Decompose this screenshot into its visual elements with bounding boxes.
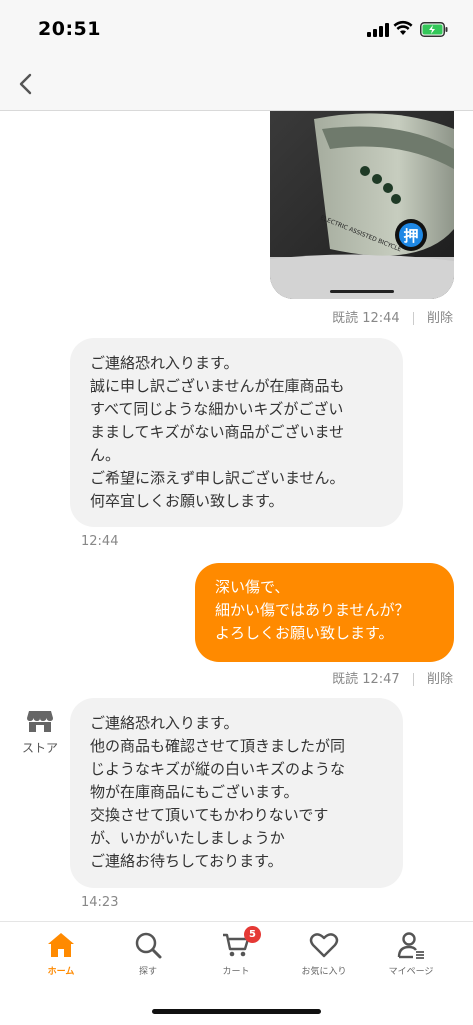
tab-search[interactable]: 探す <box>108 930 188 977</box>
message-time: 12:44 <box>362 311 400 326</box>
home-icon <box>48 933 74 957</box>
tab-favorites[interactable]: お気に入り <box>284 930 364 977</box>
navigation-bar <box>0 58 473 111</box>
tab-mypage[interactable]: マイページ <box>371 930 451 977</box>
store-label: ストア <box>21 741 58 755</box>
delete-link[interactable]: 削除 <box>427 311 453 326</box>
tab-label: お気に入り <box>301 967 347 977</box>
cart-count-badge: 5 <box>244 926 261 943</box>
read-status: 既読 <box>332 311 359 326</box>
tab-cart[interactable]: 5 カート <box>196 926 276 977</box>
read-status: 既読 <box>332 672 359 687</box>
heart-icon <box>309 933 339 958</box>
status-bar: 20:51 <box>0 0 473 58</box>
tab-label: マイページ <box>388 967 434 977</box>
image-message-meta: 既読 12:44 削除 <box>332 307 453 326</box>
message-time: 14:23 <box>81 895 119 910</box>
wifi-icon <box>393 20 413 35</box>
store-message-bubble: ご連絡恐れ入ります。 他の商品も確認させて頂きましたが同 じようなキズが縦の白い… <box>70 698 403 888</box>
user-icon <box>397 932 424 959</box>
home-indicator <box>152 1009 321 1014</box>
delete-link[interactable]: 削除 <box>427 672 453 687</box>
image-message[interactable]: 押 ELECTRIC ASSISTED BICYCLE <box>270 111 454 299</box>
message-time: 12:44 <box>81 534 119 549</box>
device-button-char: 押 <box>403 227 418 245</box>
store-avatar[interactable]: ストア <box>18 709 62 756</box>
store-message-bubble: ご連絡恐れ入ります。 誠に申し訳ございませんが在庫商品も すべて同じような細かい… <box>70 338 403 527</box>
user-message-bubble: 深い傷で、 細かい傷ではありませんが？ よろしくお願い致します。 <box>195 563 454 662</box>
battery-icon <box>420 22 448 37</box>
user-message-meta: 既読 12:47 削除 <box>332 668 453 687</box>
message-time: 12:47 <box>362 672 400 687</box>
status-time: 20:51 <box>38 18 101 40</box>
chat-thread[interactable]: 押 ELECTRIC ASSISTED BICYCLE 既読 12:44 削除 … <box>0 111 473 921</box>
store-icon <box>27 711 53 732</box>
tab-label: ホーム <box>47 967 75 977</box>
tab-label: カート <box>222 967 250 977</box>
bicycle-controller-photo: 押 ELECTRIC ASSISTED BICYCLE <box>270 111 454 299</box>
tab-home[interactable]: ホーム <box>21 930 101 977</box>
back-chevron-icon[interactable] <box>14 70 38 98</box>
tab-label: 探す <box>138 967 157 977</box>
search-icon <box>135 932 162 959</box>
signal-icon <box>367 23 389 37</box>
